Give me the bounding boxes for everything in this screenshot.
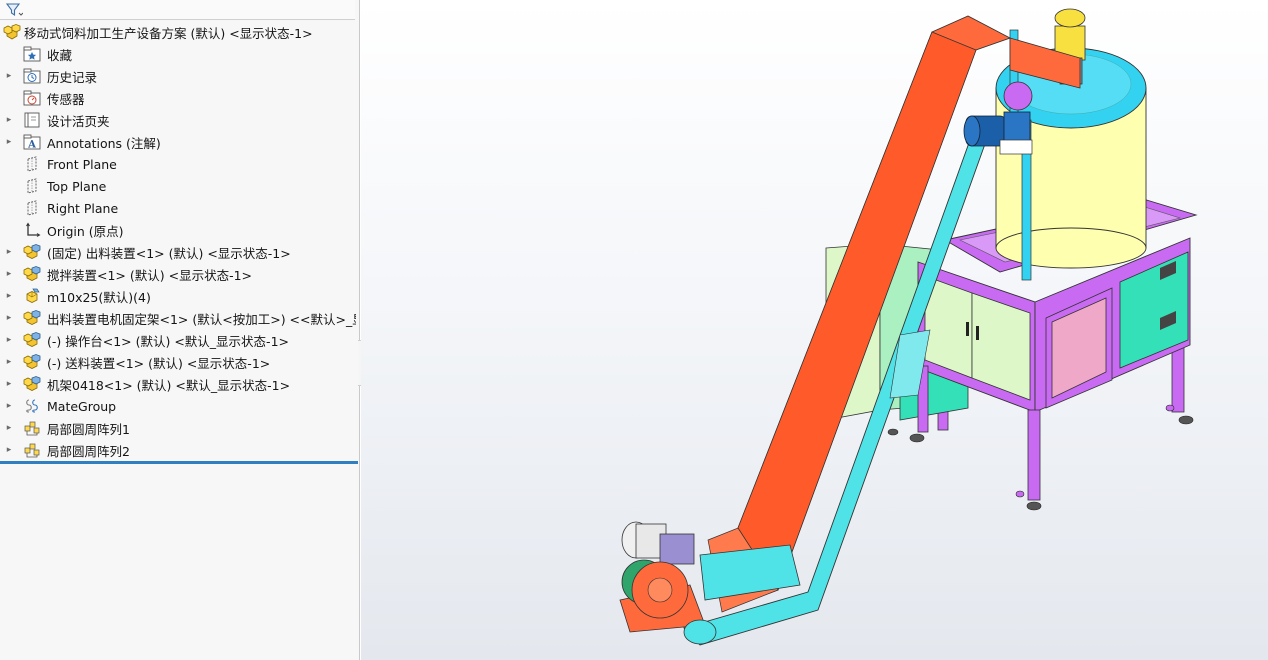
tree-item[interactable]: ▸ 局部圆周阵列1 (0, 417, 356, 439)
tree-item[interactable]: ▸ (-) 送料装置<1> (默认) <显示状态-1> (0, 351, 356, 373)
tree-item-label: 传感器 (47, 91, 85, 107)
expand-arrow-icon[interactable]: ▸ (5, 241, 13, 263)
tree-item[interactable]: ▸ 出料装置电机固定架<1> (默认<按加工>) <<默认>_显示状 (0, 307, 356, 329)
tree-item-label: 设计活页夹 (47, 113, 110, 129)
tree-item[interactable]: ▸ 搅拌装置<1> (默认) <显示状态-1> (0, 263, 356, 285)
circular-pattern-icon (22, 441, 42, 459)
mates-icon (22, 397, 42, 415)
tree-item-label: 局部圆周阵列2 (47, 443, 130, 459)
subassembly-icon (22, 243, 42, 261)
tree-item[interactable]: ▸ 机架0418<1> (默认) <默认_显示状态-1> (0, 373, 356, 395)
tree-item[interactable]: Origin (原点) (0, 219, 356, 241)
tree-item-label: Top Plane (47, 178, 107, 194)
tree-item-label: Annotations (注解) (47, 135, 161, 151)
expand-arrow-icon[interactable]: ▸ (5, 307, 13, 329)
design-binder-icon (22, 111, 42, 129)
tree-item[interactable]: ▸ 设计活页夹 (0, 109, 356, 131)
annotations-icon: A (22, 133, 42, 151)
tree-item-label: Right Plane (47, 200, 119, 216)
expand-arrow-icon[interactable]: ▸ (5, 395, 13, 417)
subassembly-icon (22, 265, 42, 283)
expand-arrow-icon[interactable]: ▸ (5, 417, 13, 439)
plane-icon (22, 177, 42, 195)
sensors-folder-icon (22, 89, 42, 107)
expand-arrow-icon[interactable]: ▸ (5, 373, 13, 395)
tree-item-label: 收藏 (47, 47, 73, 63)
tree-item-label: m10x25(默认)(4) (47, 289, 151, 305)
caster-wheels (887, 404, 1194, 511)
circular-pattern-icon (22, 419, 42, 437)
plane-icon (22, 155, 42, 173)
plane-icon (22, 199, 42, 217)
history-folder-icon (22, 67, 42, 85)
tree-item-label: 搅拌装置<1> (默认) <显示状态-1> (47, 267, 253, 283)
subassembly-icon (22, 331, 42, 349)
expand-arrow-icon[interactable]: ▸ (5, 131, 13, 153)
tree-item-label: (-) 操作台<1> (默认) <默认_显示状态-1> (47, 333, 289, 349)
assembly-icon (2, 23, 22, 41)
tree-rollback-bar[interactable] (0, 461, 358, 464)
feature-manager-tree-panel: 移动式饲料加工生产设备方案 (默认) <显示状态-1> 收藏 ▸ 历史记录传感器 ▸ 设… (0, 0, 360, 660)
tree-item[interactable]: ▸ m10x25(默认)(4) (0, 285, 356, 307)
tree-item[interactable]: 收藏 (0, 43, 356, 65)
subassembly-icon (22, 375, 42, 393)
tree-item-label: Origin (原点) (47, 223, 124, 239)
tree-item[interactable]: ▸ A Annotations (注解) (0, 131, 356, 153)
favorites-folder-icon (22, 45, 42, 63)
expand-arrow-icon[interactable]: ▸ (5, 285, 13, 307)
subassembly-icon (22, 353, 42, 371)
feature-tree: 移动式饲料加工生产设备方案 (默认) <显示状态-1> 收藏 ▸ 历史记录传感器 ▸ 设… (0, 21, 356, 461)
tree-item-label: MateGroup (47, 398, 117, 414)
tree-item-label: 历史记录 (47, 69, 98, 85)
tree-item[interactable]: Right Plane (0, 197, 356, 219)
expand-arrow-icon[interactable]: ▸ (5, 263, 13, 285)
tree-item[interactable]: ▸ (固定) 出料装置<1> (默认) <显示状态-1> (0, 241, 356, 263)
expand-arrow-icon[interactable]: ▸ (5, 109, 13, 131)
origin-icon (22, 221, 42, 239)
subassembly-icon (22, 309, 42, 327)
tree-root-label: 移动式饲料加工生产设备方案 (默认) <显示状态-1> (24, 25, 313, 41)
tree-item-label: Front Plane (47, 156, 117, 172)
tree-item[interactable]: ▸ 局部圆周阵列2 (0, 439, 356, 461)
tree-root-assembly[interactable]: 移动式饲料加工生产设备方案 (默认) <显示状态-1> (0, 21, 356, 43)
model-3d-view[interactable] (361, 0, 1268, 660)
tree-item[interactable]: Top Plane (0, 175, 356, 197)
tree-item-label: 出料装置电机固定架<1> (默认<按加工>) <<默认>_显示状 (47, 311, 356, 327)
tree-item-label: 局部圆周阵列1 (47, 421, 130, 437)
tree-item[interactable]: 传感器 (0, 87, 356, 109)
tree-item-label: (固定) 出料装置<1> (默认) <显示状态-1> (47, 245, 291, 261)
tree-item[interactable]: ▸ (-) 操作台<1> (默认) <默认_显示状态-1> (0, 329, 356, 351)
solidworks-window: 移动式饲料加工生产设备方案 (默认) <显示状态-1> 收藏 ▸ 历史记录传感器 ▸ 设… (0, 0, 1268, 660)
tree-item[interactable]: ▸ 历史记录 (0, 65, 356, 87)
tree-item[interactable]: Front Plane (0, 153, 356, 175)
expand-arrow-icon[interactable]: ▸ (5, 351, 13, 373)
expand-arrow-icon[interactable]: ▸ (5, 439, 13, 461)
frame-leg-front (1027, 409, 1041, 501)
graphics-viewport[interactable] (361, 0, 1268, 660)
expand-arrow-icon[interactable]: ▸ (5, 329, 13, 351)
svg-text:A: A (27, 140, 36, 151)
tree-item-label: (-) 送料装置<1> (默认) <显示状态-1> (47, 355, 271, 371)
tree-item[interactable]: ▸ MateGroup (0, 395, 356, 417)
feed-hopper (699, 544, 801, 601)
filter-bar (0, 0, 355, 20)
conveyor-bottom-motor (621, 521, 695, 565)
tree-item-label: 机架0418<1> (默认) <默认_显示状态-1> (47, 377, 291, 393)
filter-icon[interactable] (3, 1, 25, 18)
part-icon (22, 287, 42, 305)
expand-arrow-icon[interactable]: ▸ (5, 65, 13, 87)
